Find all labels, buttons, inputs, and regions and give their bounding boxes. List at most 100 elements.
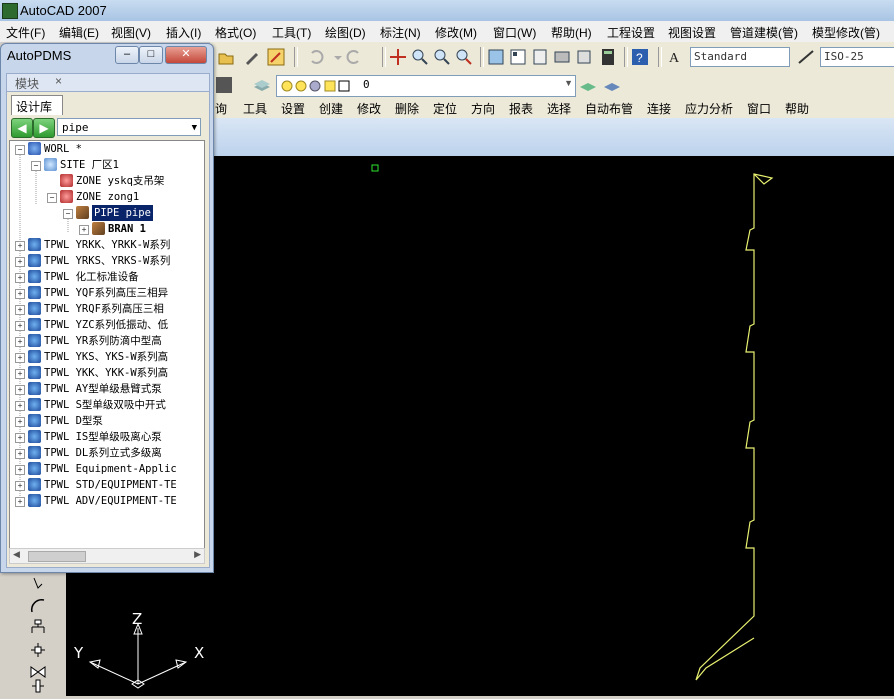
menu-insert[interactable]: 插入(I)	[166, 24, 201, 41]
expand-icon[interactable]: +	[15, 465, 25, 475]
pdms-menu-position[interactable]: 定位	[433, 100, 457, 117]
scroll-left-icon[interactable]: ◀	[13, 549, 20, 560]
pdms-menu-tools[interactable]: 工具	[243, 100, 267, 117]
pdms-menu-stress-analysis[interactable]: 应力分析	[685, 100, 733, 117]
menu-tools[interactable]: 工具(T)	[272, 24, 311, 41]
redo-icon[interactable]	[344, 47, 364, 67]
layer-manager-icon[interactable]	[214, 75, 234, 95]
zoom-window-icon[interactable]	[432, 47, 452, 67]
make-current-layer-icon[interactable]	[578, 75, 598, 95]
pdms-menu-create[interactable]: 创建	[319, 100, 343, 117]
tree-node-library[interactable]: + TPWL YRKK、YRKK-W系列	[10, 237, 204, 253]
collapse-icon[interactable]: −	[31, 161, 41, 171]
sheet-set-icon[interactable]	[552, 47, 572, 67]
expand-icon[interactable]: +	[15, 337, 25, 347]
tree-node-library[interactable]: + TPWL YRQF系列高压三相	[10, 301, 204, 317]
undo-icon[interactable]	[306, 47, 326, 67]
tree-node-library[interactable]: + TPWL AY型单级悬臂式泵	[10, 381, 204, 397]
dim-style-icon[interactable]	[796, 47, 816, 67]
menu-format[interactable]: 格式(O)	[215, 24, 256, 41]
zoom-previous-icon[interactable]	[454, 47, 474, 67]
expand-icon[interactable]: +	[15, 417, 25, 427]
tree-node-library[interactable]: + TPWL S型单级双吸中开式	[10, 397, 204, 413]
expand-icon[interactable]: +	[15, 369, 25, 379]
tree-node-library[interactable]: + TPWL DL系列立式多级离	[10, 445, 204, 461]
menu-window[interactable]: 窗口(W)	[493, 24, 536, 41]
expand-icon[interactable]: +	[15, 305, 25, 315]
tree-node-world[interactable]: − WORL *	[10, 141, 204, 157]
tool-palettes-icon[interactable]	[530, 47, 550, 67]
zoom-realtime-icon[interactable]	[410, 47, 430, 67]
match-properties-icon[interactable]	[266, 47, 286, 67]
pdms-menu-select[interactable]: 选择	[547, 100, 571, 117]
design-center-icon[interactable]	[508, 47, 528, 67]
text-style-icon[interactable]: A	[666, 47, 686, 67]
menu-view-settings[interactable]: 视图设置	[668, 24, 716, 41]
expand-icon[interactable]: +	[15, 449, 25, 459]
pan-icon[interactable]	[388, 47, 408, 67]
markup-icon[interactable]	[574, 47, 594, 67]
back-arrow-icon[interactable]: ◀	[11, 118, 33, 138]
collapse-icon[interactable]: −	[63, 209, 73, 219]
pdms-menu-delete[interactable]: 删除	[395, 100, 419, 117]
minimize-button[interactable]: –	[115, 46, 139, 64]
pdms-menu-modify[interactable]: 修改	[357, 100, 381, 117]
cross-fitting-icon[interactable]	[28, 640, 48, 660]
pdms-menu-query[interactable]: 询	[215, 100, 227, 117]
menu-file[interactable]: 文件(F)	[6, 24, 45, 41]
polyline-icon[interactable]	[28, 574, 48, 594]
pipe-line[interactable]	[695, 173, 774, 681]
expand-icon[interactable]: +	[15, 241, 25, 251]
text-style-combo[interactable]: Standard	[690, 47, 790, 67]
pdms-menu-window[interactable]: 窗口	[747, 100, 771, 117]
expand-icon[interactable]: +	[15, 257, 25, 267]
collapse-icon[interactable]: −	[47, 193, 57, 203]
menu-view[interactable]: 视图(V)	[111, 24, 151, 41]
panel-close-icon[interactable]: ×	[55, 74, 62, 88]
pdms-menu-direction[interactable]: 方向	[471, 100, 495, 117]
layer-previous-icon[interactable]	[602, 75, 622, 95]
tree-node-library[interactable]: + TPWL YZC系列低振动、低	[10, 317, 204, 333]
scrollbar-thumb[interactable]	[28, 551, 86, 562]
expand-icon[interactable]: +	[15, 401, 25, 411]
pdms-menu-auto-routing[interactable]: 自动布管	[585, 100, 633, 117]
collapse-icon[interactable]: −	[15, 145, 25, 155]
tree-node-library[interactable]: + TPWL YRKS、YRKS-W系列	[10, 253, 204, 269]
tree-node-library[interactable]: + TPWL 化工标准设备	[10, 269, 204, 285]
tree-node-library[interactable]: + TPWL YKS、YKS-W系列高	[10, 349, 204, 365]
pdms-menu-help[interactable]: 帮助	[785, 100, 809, 117]
tree-node-library[interactable]: + TPWL YKK、YKK-W系列高	[10, 365, 204, 381]
menu-help[interactable]: 帮助(H)	[551, 24, 592, 41]
open-icon[interactable]	[216, 47, 236, 67]
expand-icon[interactable]: +	[15, 497, 25, 507]
tree-node-library[interactable]: + TPWL IS型单级吸离心泵	[10, 429, 204, 445]
menu-edit[interactable]: 编辑(E)	[59, 24, 99, 41]
expand-icon[interactable]: +	[15, 321, 25, 331]
menu-model-modify[interactable]: 模型修改(管)	[812, 24, 880, 41]
tree-node-branch[interactable]: + BRAN 1	[10, 221, 204, 237]
tree-node-library[interactable]: + TPWL ADV/EQUIPMENT-TE	[10, 493, 204, 509]
menu-project-settings[interactable]: 工程设置	[607, 24, 655, 41]
expand-icon[interactable]: +	[15, 385, 25, 395]
menu-pipe-modeling[interactable]: 管道建模(管)	[730, 24, 798, 41]
tree-structure-icon[interactable]	[28, 618, 48, 638]
layer-states-icon[interactable]	[252, 75, 272, 95]
pdms-menu-connect[interactable]: 连接	[647, 100, 671, 117]
tree-node-library[interactable]: + TPWL STD/EQUIPMENT-TE	[10, 477, 204, 493]
menu-dimension[interactable]: 标注(N)	[380, 24, 421, 41]
tree-node-library[interactable]: + TPWL YR系列防滴中型高	[10, 333, 204, 349]
pdms-menu-settings[interactable]: 设置	[281, 100, 305, 117]
design-tree[interactable]: − WORL * − SITE 厂区1 ZONE yskq支吊架 − ZONE …	[9, 140, 205, 550]
expand-icon[interactable]: +	[15, 273, 25, 283]
help-icon[interactable]: ?	[630, 47, 650, 67]
menu-modify[interactable]: 修改(M)	[435, 24, 477, 41]
arc-icon[interactable]	[28, 596, 48, 616]
tree-node-library[interactable]: + TPWL Equipment-Applic	[10, 461, 204, 477]
dim-style-combo[interactable]: ISO-25	[820, 47, 894, 67]
properties-icon[interactable]	[486, 47, 506, 67]
tree-node-zone[interactable]: ZONE yskq支吊架	[10, 173, 204, 189]
maximize-button[interactable]: □	[139, 46, 163, 64]
scroll-right-icon[interactable]: ▶	[194, 549, 201, 560]
expand-icon[interactable]: +	[15, 433, 25, 443]
layer-combo[interactable]: 0 ▼	[276, 75, 576, 97]
